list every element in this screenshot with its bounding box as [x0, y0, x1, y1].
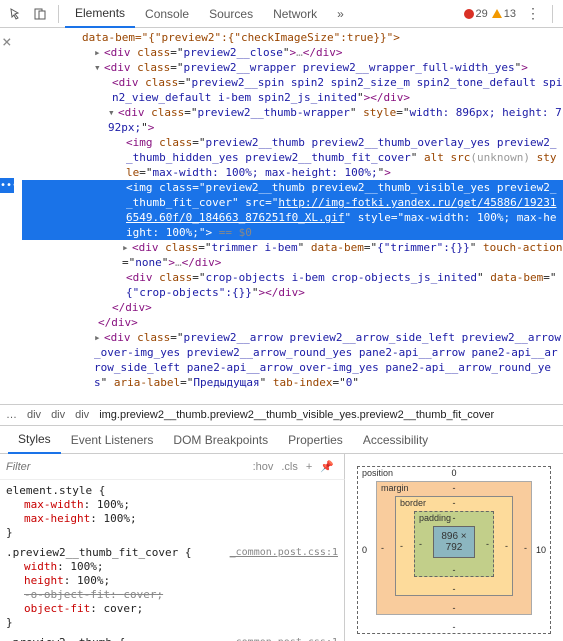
styles-filter-bar: :hov .cls + 📌 [0, 454, 345, 480]
tab-elements[interactable]: Elements [65, 0, 135, 28]
source-link[interactable]: _common.post.css:1 [230, 636, 338, 641]
styles-tabbar: Styles Event Listeners DOM Breakpoints P… [0, 426, 563, 454]
separator [552, 5, 553, 23]
selected-marker-icon: ••• [0, 178, 14, 193]
warning-count[interactable]: 13 [492, 8, 516, 20]
device-icon[interactable] [28, 2, 52, 26]
cls-button[interactable]: .cls [277, 459, 302, 475]
subtab-properties[interactable]: Properties [278, 427, 353, 453]
border-label: border [400, 498, 426, 508]
subtab-styles[interactable]: Styles [8, 426, 61, 454]
close-icon[interactable]: × [0, 28, 14, 55]
subtab-event-listeners[interactable]: Event Listeners [61, 427, 164, 453]
crumb-more[interactable]: … [6, 409, 17, 421]
crumb-item[interactable]: div [75, 409, 89, 421]
position-label: position [362, 468, 393, 478]
inspect-icon[interactable] [4, 2, 28, 26]
expand-arrow-icon[interactable]: ▸ [94, 330, 104, 345]
tab-more[interactable]: » [327, 1, 354, 27]
pin-icon[interactable]: 📌 [316, 458, 338, 475]
subtab-accessibility[interactable]: Accessibility [353, 427, 438, 453]
add-rule-button[interactable]: + [302, 459, 316, 475]
content-size: 896 × 792 [433, 526, 475, 558]
style-rule[interactable]: element.style { max-width: 100%; max-hei… [6, 484, 338, 540]
source-link[interactable]: _common.post.css:1 [230, 546, 338, 560]
crumb-item[interactable]: div [27, 409, 41, 421]
expand-arrow-icon[interactable]: ▸ [94, 45, 104, 60]
padding-label: padding [419, 513, 451, 523]
style-rule[interactable]: _common.post.css:1 .preview2__thumb_fit_… [6, 546, 338, 630]
kebab-menu-icon[interactable]: ⋮ [520, 5, 546, 22]
styles-pane[interactable]: element.style { max-width: 100%; max-hei… [0, 480, 345, 641]
collapse-arrow-icon[interactable]: ▾ [108, 105, 118, 120]
separator [58, 5, 59, 23]
margin-label: margin [381, 483, 409, 493]
crumb-selected[interactable]: img.preview2__thumb.preview2__thumb_visi… [99, 409, 494, 421]
devtools-toolbar: Elements Console Sources Network » 29 13… [0, 0, 563, 28]
tab-console[interactable]: Console [135, 1, 199, 27]
error-icon [464, 9, 474, 19]
subtab-dom-breakpoints[interactable]: DOM Breakpoints [163, 427, 278, 453]
box-model[interactable]: position 0 0 10 - margin - - - - border … [345, 454, 563, 641]
breadcrumb[interactable]: … div div div img.preview2__thumb.previe… [0, 404, 563, 426]
warning-icon [492, 9, 502, 18]
filter-input[interactable] [6, 461, 249, 473]
selected-node[interactable]: <img class="preview2__thumb preview2__th… [22, 180, 563, 240]
tab-network[interactable]: Network [263, 1, 327, 27]
hov-button[interactable]: :hov [249, 459, 278, 475]
expand-arrow-icon[interactable]: ▸ [122, 240, 132, 255]
style-rule[interactable]: _common.post.css:1 .preview2__thumb { [6, 636, 338, 641]
tab-sources[interactable]: Sources [199, 1, 263, 27]
collapse-arrow-icon[interactable]: ▾ [94, 60, 104, 75]
dom-tree[interactable]: data-bem="{"preview2":{"checkImageSize":… [14, 28, 563, 404]
error-count[interactable]: 29 [464, 8, 488, 20]
crumb-item[interactable]: div [51, 409, 65, 421]
